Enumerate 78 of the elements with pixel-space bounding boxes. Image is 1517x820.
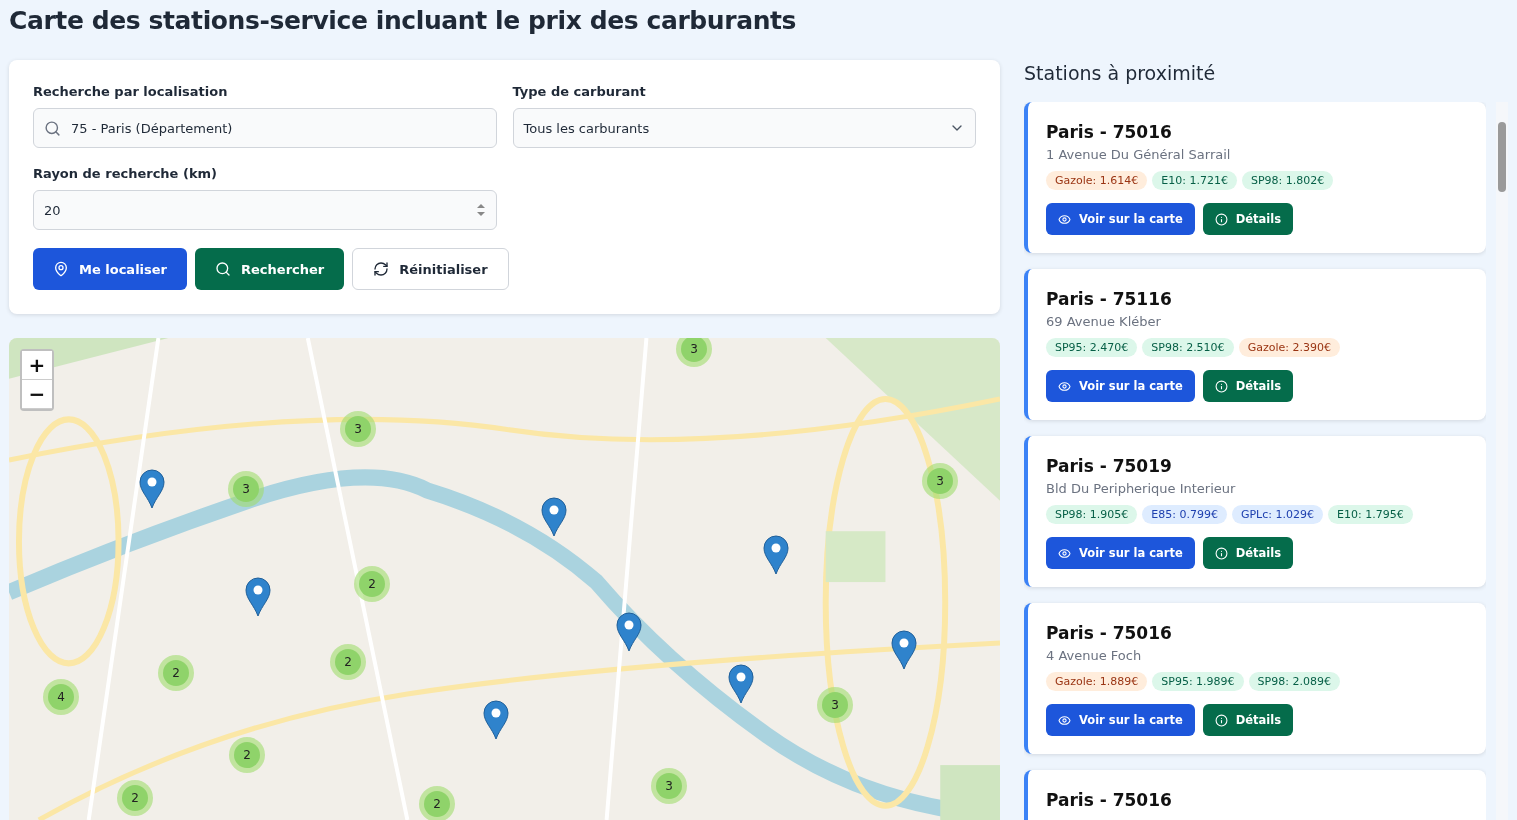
info-icon <box>1214 546 1228 560</box>
marker-cluster[interactable]: 4 <box>43 679 79 715</box>
eye-icon <box>1058 713 1071 727</box>
view-on-map-button[interactable]: Voir sur la carte <box>1046 203 1195 235</box>
field-label: Type de carburant <box>512 84 647 99</box>
station-name: Paris - 75019 <box>1046 456 1173 476</box>
marker-cluster[interactable]: 3 <box>676 338 712 367</box>
marker-cluster[interactable]: 2 <box>229 737 265 773</box>
map-pin-icon[interactable] <box>763 535 789 575</box>
price-tag: SP95: 1.989€ <box>1152 672 1244 691</box>
details-button[interactable]: Détails <box>1202 537 1294 569</box>
price-tag: SP98: 2.089€ <box>1248 672 1340 691</box>
details-button[interactable]: Détails <box>1202 203 1294 235</box>
field-label: Rayon de recherche (km) <box>33 166 218 181</box>
station-address: Bld Du Peripherique Interieur <box>1046 481 1237 496</box>
marker-cluster[interactable]: 2 <box>330 644 366 680</box>
station-address: 4 Avenue Foch <box>1046 648 1143 663</box>
marker-cluster[interactable]: 3 <box>651 768 687 804</box>
search-button[interactable]: Rechercher <box>195 248 345 290</box>
price-tag: SP95: 2.470€ <box>1046 338 1138 357</box>
station-name: Paris - 75016 <box>1046 122 1173 142</box>
price-tag: Gazole: 1.889€ <box>1046 672 1148 691</box>
eye-icon <box>1058 212 1071 226</box>
zoom-in-button[interactable]: + <box>22 351 52 380</box>
marker-cluster[interactable]: 2 <box>117 780 153 816</box>
view-on-map-button[interactable]: Voir sur la carte <box>1046 370 1195 402</box>
price-tag: Gazole: 2.390€ <box>1238 338 1340 357</box>
details-button[interactable]: Détails <box>1202 704 1294 736</box>
radius-field[interactable]: 20 <box>33 190 497 230</box>
station-address: 1 Avenue Du Général Sarrail <box>1046 147 1232 162</box>
search-icon <box>44 119 61 137</box>
map-pin-icon[interactable] <box>616 612 642 652</box>
price-tag: SP98: 1.905€ <box>1046 505 1138 524</box>
station-address: 69 Avenue Kléber <box>1046 314 1162 329</box>
price-tag: E10: 1.721€ <box>1152 171 1237 190</box>
marker-cluster[interactable]: 3 <box>228 471 264 507</box>
map[interactable]: 3 3 3 3 2 2 2 4 2 3 3 2 2 + − <box>9 338 1000 820</box>
spinner-arrows-icon <box>475 202 486 218</box>
station-name: Paris - 75016 <box>1046 623 1173 643</box>
map-pin-icon[interactable] <box>483 700 509 740</box>
view-on-map-button[interactable]: Voir sur la carte <box>1046 537 1195 569</box>
map-pin-icon[interactable] <box>245 577 271 617</box>
info-icon <box>1214 212 1228 226</box>
price-tag: SP98: 2.510€ <box>1142 338 1234 357</box>
marker-cluster[interactable]: 2 <box>419 786 455 820</box>
price-tag: Gazole: 1.614€ <box>1046 171 1148 190</box>
search-icon <box>215 261 232 277</box>
map-pin-icon[interactable] <box>891 630 917 670</box>
fuel-type-dropdown[interactable]: Tous les carburants <box>512 108 976 148</box>
refresh-icon <box>373 261 390 277</box>
locate-button[interactable]: Me localiser <box>33 248 188 290</box>
marker-cluster[interactable]: 3 <box>340 411 376 447</box>
eye-icon <box>1058 546 1071 560</box>
reset-button[interactable]: Réinitialiser <box>352 248 509 290</box>
marker-cluster[interactable]: 3 <box>922 463 958 499</box>
price-tag: E10: 1.795€ <box>1328 505 1413 524</box>
view-on-map-button[interactable]: Voir sur la carte <box>1046 704 1195 736</box>
map-pin-icon[interactable] <box>728 664 754 704</box>
station-name: Paris - 75116 <box>1046 289 1173 309</box>
marker-cluster[interactable]: 2 <box>354 566 390 602</box>
marker-cluster[interactable]: 2 <box>158 655 194 691</box>
price-tag: GPLc: 1.029€ <box>1231 505 1323 524</box>
map-pin-icon[interactable] <box>541 497 567 537</box>
field-label: Recherche par localisation <box>33 84 229 99</box>
price-tag: SP98: 1.802€ <box>1241 171 1334 190</box>
info-icon <box>1214 713 1228 727</box>
location-field[interactable]: 75 - Paris (Département) <box>33 108 497 148</box>
map-pin-icon[interactable] <box>139 469 165 509</box>
scrollbar[interactable] <box>1496 102 1508 820</box>
section-heading: Stations à proximité <box>1024 61 1217 86</box>
price-tag: E85: 0.799€ <box>1142 505 1227 524</box>
eye-icon <box>1058 379 1071 393</box>
station-name: Paris - 75016 <box>1046 790 1173 810</box>
map-pin-icon <box>53 261 69 277</box>
page-title: Carte des stations-service incluant le prix des carburants <box>9 5 798 37</box>
info-icon <box>1214 379 1228 393</box>
marker-cluster[interactable]: 3 <box>817 687 853 723</box>
details-button[interactable]: Détails <box>1202 370 1294 402</box>
